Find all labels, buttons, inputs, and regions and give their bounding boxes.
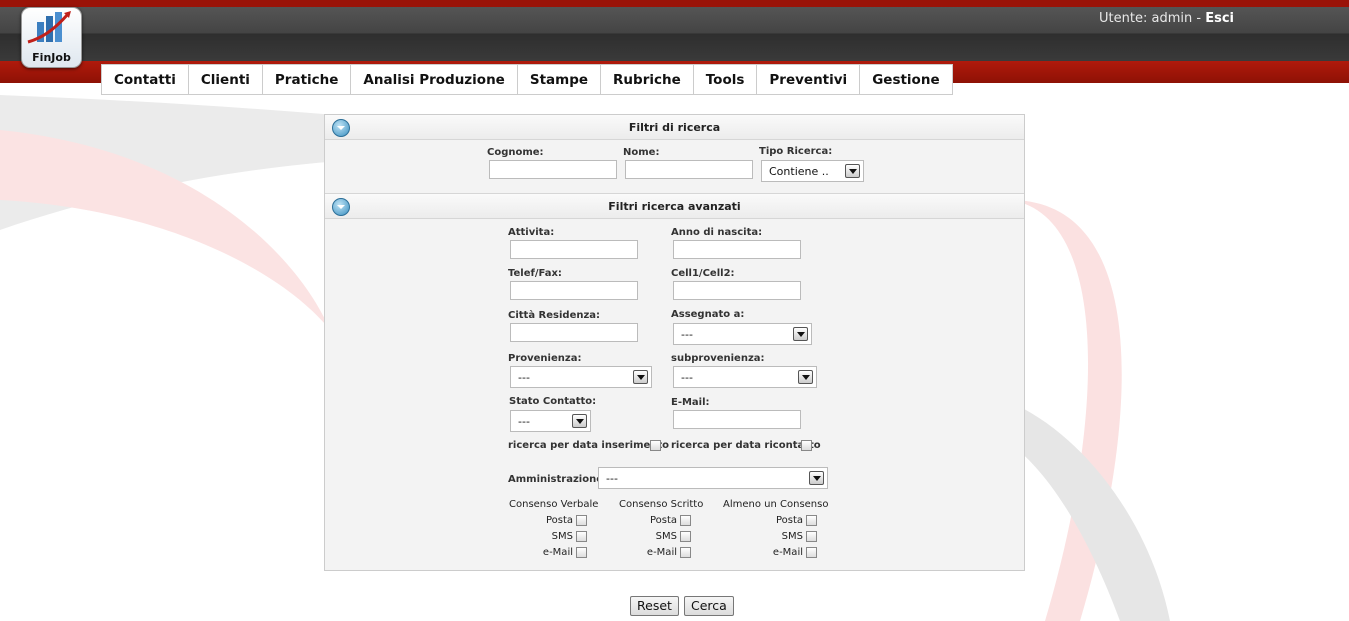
amministrazione-label: Amministrazione: — [508, 474, 607, 485]
user-prefix: Utente: — [1099, 11, 1152, 26]
verbale-posta-label: Posta — [545, 515, 573, 526]
cell-label: Cell1/Cell2: — [671, 268, 735, 279]
almeno-email-checkbox[interactable] — [806, 547, 817, 558]
menu-gestione[interactable]: Gestione — [860, 65, 951, 94]
email-label: E-Mail: — [671, 397, 710, 408]
reset-button[interactable]: Reset — [630, 596, 679, 616]
amministrazione-value: --- — [606, 472, 618, 485]
provenienza-select[interactable]: --- — [510, 366, 652, 388]
menu-rubriche[interactable]: Rubriche — [601, 65, 694, 94]
almeno-email-label: e-Mail — [772, 547, 803, 558]
data-inserimento-checkbox[interactable] — [650, 440, 661, 451]
scritto-sms-checkbox[interactable] — [680, 531, 691, 542]
main-menu: Contatti Clienti Pratiche Analisi Produz… — [101, 64, 953, 95]
assegnato-label: Assegnato a: — [671, 309, 745, 320]
provenienza-value: --- — [518, 371, 530, 384]
verbale-email-label: e-Mail — [542, 547, 573, 558]
cognome-input[interactable] — [489, 160, 617, 179]
telef-fax-input[interactable] — [510, 281, 638, 300]
search-panel: Filtri di ricerca Cognome: Nome: Tipo Ri… — [324, 114, 1025, 571]
nome-label: Nome: — [623, 147, 660, 158]
almeno-sms-label: SMS — [781, 531, 803, 542]
consenso-scritto-heading: Consenso Scritto — [619, 499, 704, 510]
advanced-header: Filtri ricerca avanzati — [325, 193, 1024, 219]
citta-residenza-label: Città Residenza: — [508, 310, 601, 321]
user-name: admin — [1151, 11, 1193, 26]
almeno-posta-checkbox[interactable] — [806, 515, 817, 526]
attivita-label: Attivita: — [508, 227, 555, 238]
attivita-input[interactable] — [510, 240, 638, 259]
assegnato-value: --- — [681, 328, 693, 341]
user-info: Utente: admin - Esci — [1099, 11, 1234, 26]
anno-nascita-input[interactable] — [673, 240, 801, 259]
subprovenienza-label: subprovenienza: — [671, 353, 765, 364]
data-ricontatto-label: ricerca per data ricontatto — [671, 440, 821, 451]
amministrazione-select[interactable]: --- — [598, 467, 828, 489]
chevron-down-icon — [633, 370, 648, 384]
email-input[interactable] — [673, 410, 801, 429]
menu-preventivi[interactable]: Preventivi — [757, 65, 861, 94]
consenso-verbale-heading: Consenso Verbale — [509, 499, 599, 510]
logo-text: FinJob — [32, 51, 71, 64]
user-separator: - — [1192, 11, 1206, 26]
verbale-sms-checkbox[interactable] — [576, 531, 587, 542]
subprovenienza-select[interactable]: --- — [673, 366, 817, 388]
data-inserimento-label: ricerca per data inserimento — [508, 440, 670, 451]
finjob-logo[interactable]: FinJob — [21, 7, 82, 68]
filters-header: Filtri di ricerca — [325, 115, 1024, 140]
verbale-email-checkbox[interactable] — [576, 547, 587, 558]
filters-title: Filtri di ricerca — [628, 121, 721, 134]
almeno-consenso-heading: Almeno un Consenso — [723, 499, 829, 510]
logout-link[interactable]: Esci — [1205, 11, 1234, 26]
data-ricontatto-checkbox[interactable] — [801, 440, 812, 451]
menu-analisi-produzione[interactable]: Analisi Produzione — [351, 65, 518, 94]
assegnato-select[interactable]: --- — [673, 323, 812, 345]
tipo-ricerca-value: Contiene .. — [769, 165, 829, 178]
chevron-down-icon — [809, 471, 824, 485]
scritto-sms-label: SMS — [655, 531, 677, 542]
tipo-ricerca-label: Tipo Ricerca: — [759, 146, 833, 157]
menu-contatti[interactable]: Contatti — [102, 65, 189, 94]
tipo-ricerca-select[interactable]: Contiene .. — [761, 160, 864, 182]
stato-contatto-value: --- — [518, 415, 530, 428]
verbale-sms-label: SMS — [551, 531, 573, 542]
menu-pratiche[interactable]: Pratiche — [263, 65, 352, 94]
scritto-posta-checkbox[interactable] — [680, 515, 691, 526]
chevron-down-icon — [798, 370, 813, 384]
almeno-sms-checkbox[interactable] — [806, 531, 817, 542]
chevron-down-icon — [793, 327, 808, 341]
telef-fax-label: Telef/Fax: — [508, 268, 562, 279]
menu-tools[interactable]: Tools — [694, 65, 758, 94]
nome-input[interactable] — [625, 160, 753, 179]
scritto-email-checkbox[interactable] — [680, 547, 691, 558]
subprovenienza-value: --- — [681, 371, 693, 384]
anno-nascita-label: Anno di nascita: — [671, 227, 763, 238]
menu-clienti[interactable]: Clienti — [189, 65, 263, 94]
advanced-title: Filtri ricerca avanzati — [608, 200, 741, 213]
stato-contatto-label: Stato Contatto: — [509, 396, 597, 407]
chart-logo-icon — [27, 11, 71, 44]
scritto-email-label: e-Mail — [646, 547, 677, 558]
cerca-button[interactable]: Cerca — [684, 596, 734, 616]
chevron-down-icon — [572, 414, 587, 428]
menu-stampe[interactable]: Stampe — [518, 65, 602, 94]
cell-input[interactable] — [673, 281, 801, 300]
citta-residenza-input[interactable] — [510, 323, 638, 342]
stato-contatto-select[interactable]: --- — [510, 410, 591, 432]
cognome-label: Cognome: — [487, 147, 544, 158]
almeno-posta-label: Posta — [775, 515, 803, 526]
provenienza-label: Provenienza: — [508, 353, 582, 364]
scritto-posta-label: Posta — [649, 515, 677, 526]
verbale-posta-checkbox[interactable] — [576, 515, 587, 526]
chevron-down-icon — [845, 164, 860, 178]
